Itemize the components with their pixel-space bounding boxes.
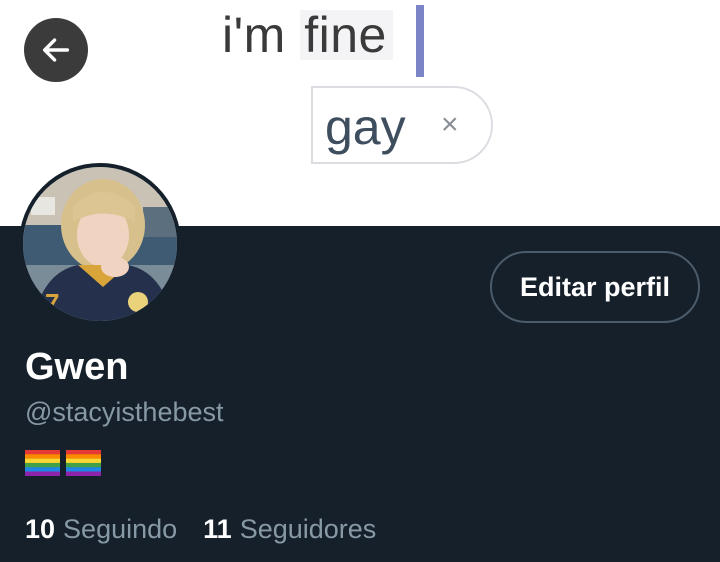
avatar[interactable]: 7 [19, 163, 181, 325]
banner-caption-prefix: i'm [222, 7, 301, 63]
followers-label: Seguidores [239, 514, 377, 544]
text-cursor [416, 5, 424, 77]
banner-tag: gay × [311, 86, 493, 164]
banner-caption-highlight: fine [300, 10, 393, 60]
rainbow-flag-icon [66, 450, 101, 476]
banner-caption: i'm fine [222, 10, 393, 60]
following-label: Seguindo [63, 514, 178, 544]
following-link[interactable]: 10 Seguindo [25, 516, 177, 543]
avatar-photo: 7 [23, 167, 177, 321]
svg-text:7: 7 [45, 288, 59, 318]
banner-tag-label: gay [325, 99, 406, 155]
following-count: 10 [25, 514, 56, 544]
profile-bio [25, 450, 101, 476]
arrow-left-icon [42, 38, 70, 62]
back-button[interactable] [24, 18, 88, 82]
banner-tag-close-icon: × [441, 108, 459, 141]
profile-name: Gwen [25, 346, 129, 388]
profile-handle: @stacyisthebest [25, 397, 224, 427]
edit-profile-button[interactable]: Editar perfil [490, 251, 700, 323]
followers-count: 11 [203, 514, 232, 544]
profile-stats: 10 Seguindo 11 Seguidores [25, 516, 376, 543]
rainbow-flag-icon [25, 450, 60, 476]
followers-link[interactable]: 11 Seguidores [203, 516, 376, 543]
